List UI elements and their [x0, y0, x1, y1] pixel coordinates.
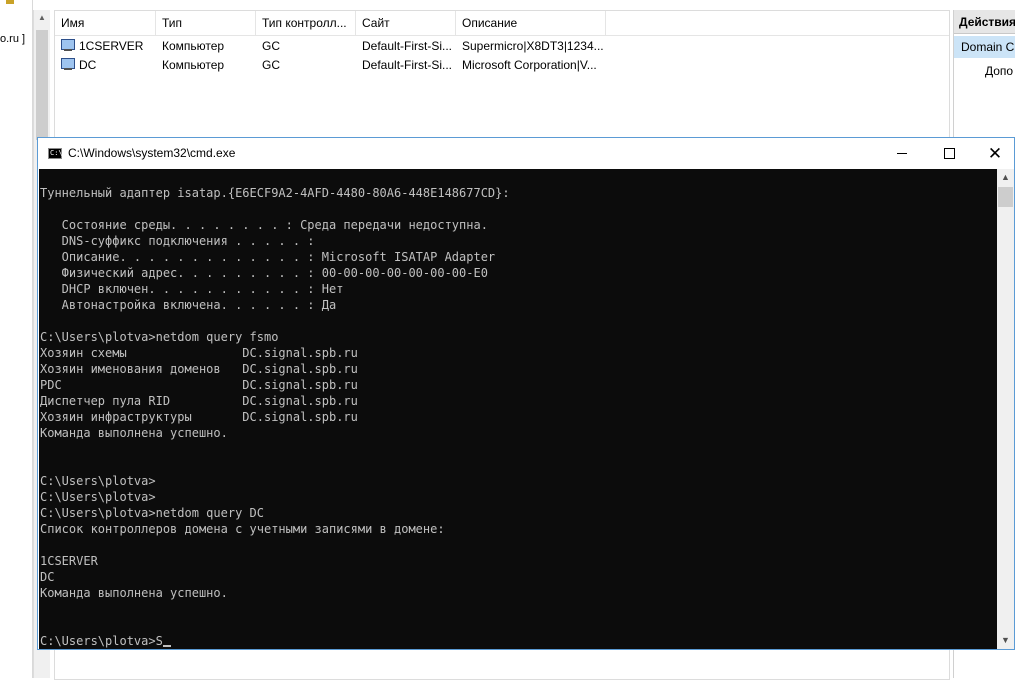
console-output[interactable]: Туннельный адаптер isatap.{E6ECF9A2-4AFD… — [39, 169, 997, 649]
computer-icon — [61, 39, 75, 52]
tree-folder-icon — [6, 0, 14, 4]
text-cursor — [162, 645, 171, 647]
console-line: C:\Users\plotva>netdom query fsmo — [40, 330, 279, 344]
minimize-icon — [897, 153, 907, 154]
actions-title: Действия — [954, 10, 1015, 34]
cmd-window: C:\ C:\Windows\system32\cmd.exe ✕ Туннел… — [37, 137, 1015, 650]
console-line: DHCP включен. . . . . . . . . . . : Нет — [61, 282, 344, 296]
console-line: C:\Users\plotva>netdom query DC — [40, 506, 264, 520]
tree-domain-label[interactable]: o.ru ] — [0, 33, 25, 45]
close-button[interactable]: ✕ — [972, 138, 1015, 169]
actions-more-item[interactable]: Допо — [985, 64, 1015, 78]
row-description: Microsoft Corporation|V... — [462, 58, 597, 72]
console-line: Диспетчер пула RID DC.signal.spb.ru — [40, 394, 358, 408]
maximize-icon — [944, 148, 955, 159]
console-line: Описание. . . . . . . . . . . . . : Micr… — [61, 250, 496, 264]
column-header-name[interactable]: Имя — [55, 11, 156, 35]
list-header: Имя Тип Тип контролл... Сайт Описание — [55, 11, 949, 36]
console-line: Хозяин инфраструктуры DC.signal.spb.ru — [40, 410, 358, 424]
scroll-up-arrow-icon[interactable]: ▲ — [997, 169, 1014, 186]
column-header-dc-type[interactable]: Тип контролл... — [256, 11, 356, 35]
scrollbar-thumb[interactable] — [998, 187, 1013, 207]
row-site: Default-First-Si... — [362, 39, 453, 53]
console-line: Хозяин схемы DC.signal.spb.ru — [40, 346, 358, 360]
row-name: 1CSERVER — [79, 39, 144, 53]
console-scrollbar[interactable]: ▲ ▼ — [997, 169, 1014, 649]
console-line: DNS-суффикс подключения . . . . . : — [61, 234, 315, 248]
maximize-button[interactable] — [926, 138, 972, 169]
minimize-button[interactable] — [880, 138, 926, 169]
table-row[interactable]: DC Компьютер GC Default-First-Si... Micr… — [55, 56, 949, 75]
console-tree-pane: o.ru ] — [0, 0, 33, 678]
column-header-description[interactable]: Описание — [456, 11, 606, 35]
cmd-icon-glyph: C:\ — [50, 149, 63, 157]
row-type: Компьютер — [162, 58, 225, 72]
column-header-type[interactable]: Тип — [156, 11, 256, 35]
actions-domain-item[interactable]: Domain C — [954, 36, 1015, 58]
scrollbar-thumb[interactable] — [36, 30, 48, 140]
console-line: C:\Users\plotva> — [40, 474, 156, 488]
table-row[interactable]: 1CSERVER Компьютер GC Default-First-Si..… — [55, 37, 949, 56]
cmd-app-icon[interactable]: C:\ — [48, 148, 63, 159]
console-line: Физический адрес. . . . . . . . . : 00-0… — [61, 266, 488, 280]
row-name: DC — [79, 58, 97, 72]
console-line: DC — [40, 570, 55, 584]
command-prompt[interactable]: C:\Users\plotva>S — [40, 634, 163, 648]
window-title: C:\Windows\system32\cmd.exe — [68, 146, 236, 160]
scroll-up-arrow-icon[interactable]: ▲ — [34, 10, 50, 26]
computer-icon — [61, 58, 75, 71]
console-line: Состояние среды. . . . . . . . : Среда п… — [61, 218, 488, 232]
console-line: Список контроллеров домена с учетными за… — [40, 522, 445, 536]
console-line: Туннельный адаптер isatap.{E6ECF9A2-4AFD… — [40, 186, 510, 200]
scroll-down-arrow-icon[interactable]: ▼ — [997, 632, 1014, 649]
row-description: Supermicro|X8DT3|1234... — [462, 39, 604, 53]
console-line: Команда выполнена успешно. — [40, 426, 228, 440]
console-line: Автонастройка включена. . . . . . : Да — [61, 298, 337, 312]
console-line: C:\Users\plotva> — [40, 490, 156, 504]
console-line: Хозяин именования доменов DC.signal.spb.… — [40, 362, 358, 376]
console-line: PDC DC.signal.spb.ru — [40, 378, 358, 392]
row-dc-type: GC — [262, 58, 280, 72]
row-type: Компьютер — [162, 39, 225, 53]
console-line: Команда выполнена успешно. — [40, 586, 228, 600]
console-text: Туннельный адаптер isatap.{E6ECF9A2-4AFD… — [40, 186, 510, 600]
column-header-site[interactable]: Сайт — [356, 11, 456, 35]
console-line: 1CSERVER — [40, 554, 98, 568]
row-site: Default-First-Si... — [362, 58, 453, 72]
close-icon: ✕ — [987, 144, 1003, 163]
cmd-titlebar[interactable]: C:\ C:\Windows\system32\cmd.exe ✕ — [38, 138, 1014, 169]
row-dc-type: GC — [262, 39, 280, 53]
